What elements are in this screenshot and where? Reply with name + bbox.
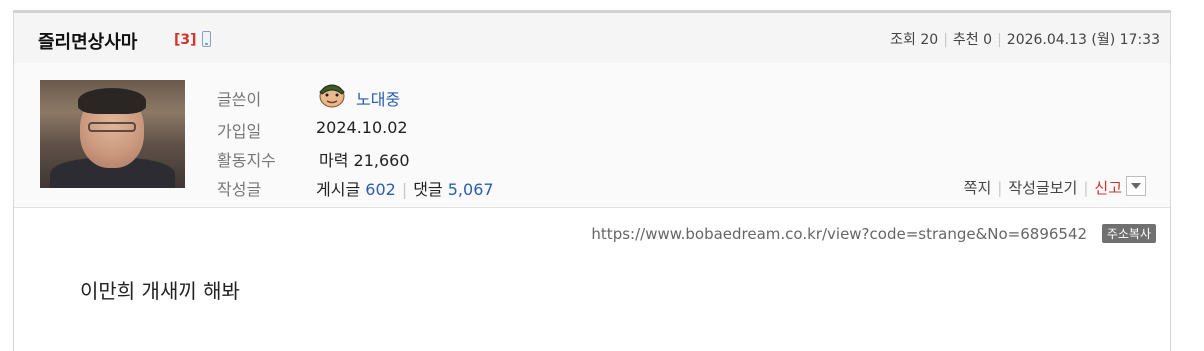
- posts-count[interactable]: 602: [365, 180, 396, 199]
- comment-count[interactable]: [3]: [174, 32, 197, 48]
- author-profile: 글쓴이 노대중 가입일 2024.10.02 활동지수 마력 21,660 작성…: [14, 63, 1170, 208]
- user-level-icon: [319, 84, 345, 108]
- activity-label: 활동지수: [217, 151, 276, 170]
- views-count: 20: [920, 32, 939, 48]
- post-header: 즐리면상사마 [3] 조회 20 | 추천 0 | 2026.04.13 (월) 17:…: [14, 13, 1170, 64]
- view-posts-link[interactable]: 작성글보기: [1008, 179, 1077, 197]
- activity-type: 마력: [319, 151, 349, 170]
- mobile-phone-icon: [202, 31, 211, 47]
- recommend-count: 0: [983, 32, 993, 48]
- joined-date: 2024.10.02: [316, 118, 408, 137]
- post-content: 이만희 개새끼 해봐: [80, 279, 240, 303]
- copy-url-button[interactable]: 주소복사: [1101, 224, 1156, 243]
- posts-label-text: 게시글: [316, 180, 361, 199]
- author-nickname[interactable]: 노대중: [356, 86, 400, 110]
- post-stats: 게시글 602 | 댓글 5,067: [316, 180, 494, 199]
- comments-label-text: 댓글: [413, 180, 443, 199]
- post-url-row: https://www.bobaedream.co.kr/view?code=s…: [591, 224, 1156, 243]
- comments-count[interactable]: 5,067: [448, 180, 494, 199]
- activity-score: 마력 21,660: [319, 147, 410, 171]
- activity-value: 21,660: [353, 151, 410, 170]
- post-title: 즐리면상사마: [38, 32, 138, 53]
- chevron-down-icon[interactable]: [1126, 176, 1146, 196]
- author-avatar: [40, 80, 185, 188]
- post-datetime: 2026.04.13 (월) 17:33: [1006, 32, 1160, 48]
- posts-label: 작성글: [217, 180, 262, 199]
- recommend-label: 추천: [952, 32, 979, 48]
- post-url: https://www.bobaedream.co.kr/view?code=s…: [591, 225, 1088, 243]
- writer-label: 글쓴이: [217, 90, 262, 109]
- views-label: 조회: [890, 32, 916, 48]
- post-container: 즐리면상사마 [3] 조회 20 | 추천 0 | 2026.04.13 (월) 17:…: [13, 10, 1171, 351]
- message-link[interactable]: 쪽지: [964, 179, 992, 197]
- post-meta: 조회 20 | 추천 0 | 2026.04.13 (월) 17:33: [890, 32, 1160, 48]
- joined-label: 가입일: [217, 122, 262, 141]
- author-actions: 쪽지 | 작성글보기 | 신고: [963, 179, 1122, 197]
- report-link[interactable]: 신고: [1094, 179, 1122, 197]
